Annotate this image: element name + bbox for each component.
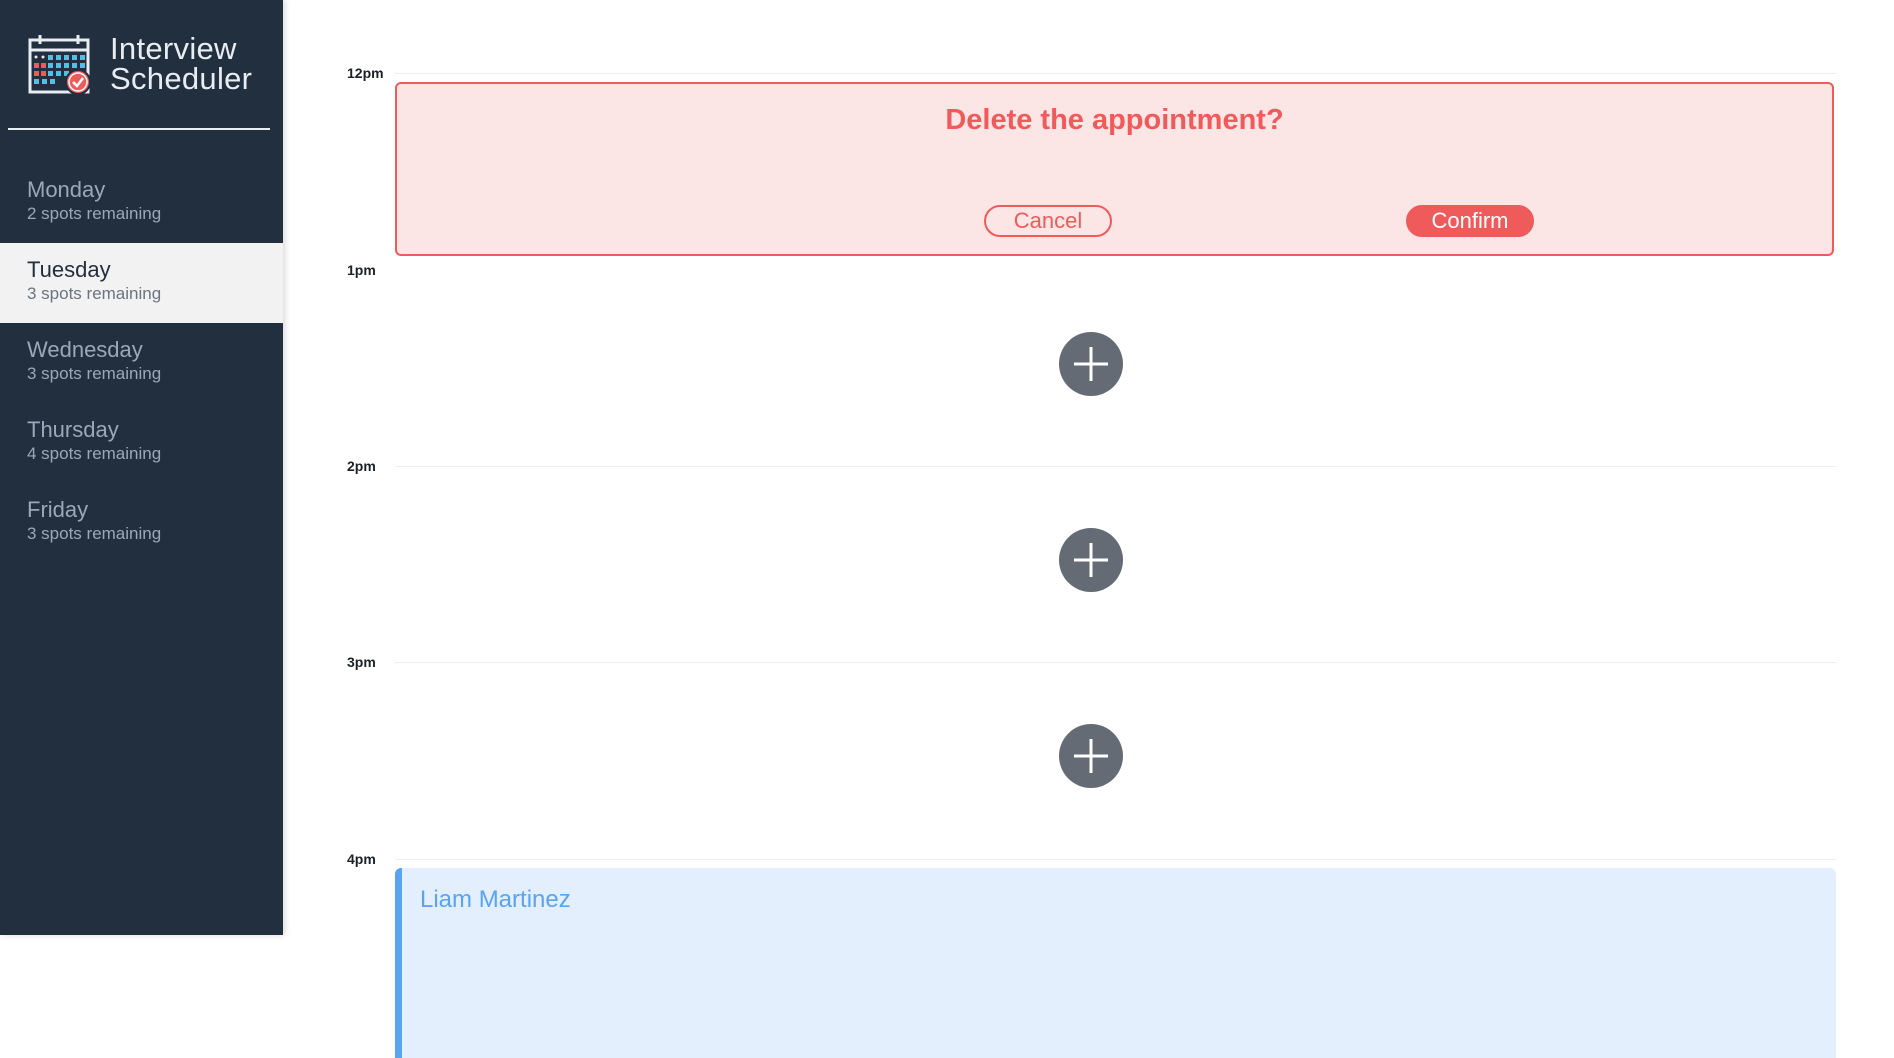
slot-separator bbox=[395, 859, 1836, 860]
schedule: 12pm Delete the appointment? Cancel Conf… bbox=[283, 0, 1894, 1058]
slot-2pm: 2pm bbox=[283, 458, 1894, 660]
appointment-card[interactable]: Liam Martinez bbox=[395, 868, 1836, 1058]
day-name: Tuesday bbox=[27, 257, 111, 282]
delete-confirmation: Delete the appointment? Cancel Confirm bbox=[395, 82, 1834, 256]
sidebar-divider bbox=[8, 128, 270, 130]
student-name: Liam Martinez bbox=[420, 886, 571, 913]
slot-time: 1pm bbox=[347, 262, 376, 278]
day-name: Thursday bbox=[27, 417, 119, 442]
day-name: Friday bbox=[27, 497, 89, 522]
slot-separator bbox=[395, 73, 1836, 74]
add-appointment-button[interactable] bbox=[1059, 724, 1123, 788]
app-title-line1: Interview bbox=[110, 31, 237, 66]
app-title-line2: Scheduler bbox=[110, 61, 253, 96]
calendar-logo-icon bbox=[28, 35, 91, 95]
slot-4pm: 4pm Liam Martinez bbox=[283, 851, 1894, 1058]
day-spots: 3 spots remaining bbox=[27, 364, 162, 383]
add-appointment-button[interactable] bbox=[1059, 332, 1123, 396]
cancel-button[interactable]: Cancel bbox=[984, 205, 1112, 237]
slot-3pm: 3pm bbox=[283, 654, 1894, 856]
sidebar: Interview Scheduler Monday 2 spots remai… bbox=[0, 0, 283, 935]
slot-separator bbox=[395, 466, 1836, 467]
slot-12pm: 12pm Delete the appointment? Cancel Conf… bbox=[283, 65, 1894, 267]
slot-time: 3pm bbox=[347, 654, 376, 670]
day-spots: 2 spots remaining bbox=[27, 204, 162, 223]
slot-time: 4pm bbox=[347, 851, 376, 867]
day-spots: 3 spots remaining bbox=[27, 524, 162, 543]
day-list: Monday 2 spots remaining Tuesday 3 spots… bbox=[0, 163, 283, 563]
day-item-thursday[interactable]: Thursday 4 spots remaining bbox=[0, 403, 283, 483]
day-spots: 4 spots remaining bbox=[27, 444, 162, 463]
day-item-friday[interactable]: Friday 3 spots remaining bbox=[0, 483, 283, 563]
add-appointment-button[interactable] bbox=[1059, 528, 1123, 592]
app-title: Interview Scheduler bbox=[110, 31, 253, 96]
slot-time: 2pm bbox=[347, 458, 376, 474]
confirmation-message: Delete the appointment? bbox=[945, 104, 1284, 136]
slot-separator bbox=[395, 662, 1836, 663]
slot-time: 12pm bbox=[347, 65, 384, 81]
day-name: Monday bbox=[27, 177, 106, 202]
day-item-monday[interactable]: Monday 2 spots remaining bbox=[0, 163, 283, 243]
confirm-button[interactable]: Confirm bbox=[1406, 205, 1534, 237]
day-spots: 3 spots remaining bbox=[27, 284, 162, 303]
day-item-tuesday[interactable]: Tuesday 3 spots remaining bbox=[0, 243, 283, 323]
slot-1pm: 1pm bbox=[283, 262, 1894, 464]
day-name: Wednesday bbox=[27, 337, 143, 362]
day-item-wednesday[interactable]: Wednesday 3 spots remaining bbox=[0, 323, 283, 403]
